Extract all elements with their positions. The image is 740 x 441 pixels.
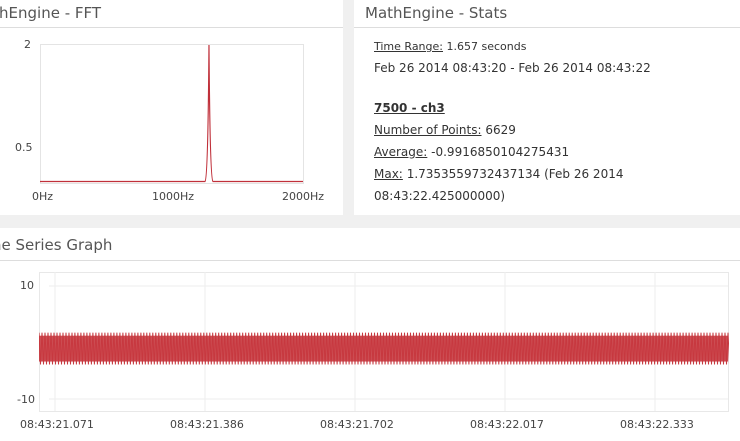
ts-x-tick: 08:43:21.071 bbox=[20, 418, 94, 431]
time-series-panel: Time Series Graph 10 -10 08:43:21.071 08:… bbox=[0, 228, 740, 441]
time-series-title: Time Series Graph bbox=[0, 236, 113, 254]
channel-heading: 7500 - ch3 bbox=[374, 101, 445, 115]
ts-x-tick: 08:43:21.702 bbox=[320, 418, 394, 431]
ts-signal-band bbox=[39, 335, 728, 362]
max-value: 1.7353559732437134 (Feb 26 2014 bbox=[406, 167, 624, 181]
max-label: Max: bbox=[374, 167, 403, 181]
divider bbox=[0, 260, 740, 261]
fft-y-tick: 0.5 bbox=[15, 141, 33, 154]
time-range-label: Time Range: bbox=[374, 40, 443, 53]
stats-panel-title: MathEngine - Stats bbox=[365, 4, 508, 22]
ts-y-tick: 10 bbox=[20, 279, 34, 292]
ts-x-tick: 08:43:21.386 bbox=[170, 418, 244, 431]
stats-panel: MathEngine - Stats Time Range: 1.657 sec… bbox=[354, 0, 740, 215]
ts-y-tick: -10 bbox=[17, 393, 35, 406]
divider bbox=[0, 27, 343, 28]
fft-x-tick: 2000Hz bbox=[282, 190, 325, 203]
fft-x-tick: 1000Hz bbox=[152, 190, 195, 203]
max-value-cont: 08:43:22.425000000) bbox=[374, 189, 506, 203]
fft-y-tick: 2 bbox=[24, 38, 31, 51]
divider bbox=[354, 27, 740, 28]
ts-x-tick: 08:43:22.017 bbox=[470, 418, 544, 431]
time-series-plot bbox=[39, 272, 729, 412]
date-range: Feb 26 2014 08:43:20 - Feb 26 2014 08:43… bbox=[374, 61, 651, 75]
fft-panel: MathEngine - FFT 2 0.5 0Hz 1000Hz 2000Hz bbox=[0, 0, 343, 215]
average-value: -0.9916850104275431 bbox=[431, 145, 570, 159]
time-range-value: 1.657 seconds bbox=[446, 40, 527, 53]
fft-plot bbox=[40, 44, 304, 184]
points-label: Number of Points: bbox=[374, 123, 482, 137]
fft-plot-area bbox=[40, 44, 304, 184]
ts-x-tick: 08:43:22.333 bbox=[620, 418, 694, 431]
average-label: Average: bbox=[374, 145, 428, 159]
stats-content: Time Range: 1.657 seconds Feb 26 2014 08… bbox=[374, 40, 651, 211]
fft-panel-title: MathEngine - FFT bbox=[0, 4, 102, 22]
points-value: 6629 bbox=[485, 123, 516, 137]
fft-x-tick: 0Hz bbox=[32, 190, 54, 203]
